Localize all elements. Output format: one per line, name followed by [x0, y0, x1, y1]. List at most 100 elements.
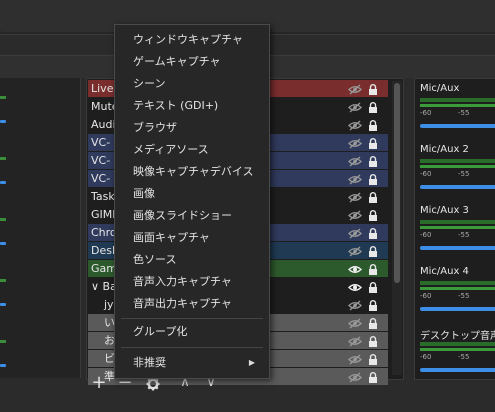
- eye-hidden-icon[interactable]: [348, 335, 362, 347]
- source-icons: [348, 242, 384, 259]
- eye-hidden-icon[interactable]: [348, 299, 362, 311]
- volume-meter: [420, 165, 495, 168]
- eye-icon[interactable]: [347, 281, 363, 292]
- volume-meter: [420, 226, 495, 229]
- menu-item[interactable]: 画面キャプチャ: [115, 227, 269, 249]
- meter-scale-label: -55: [458, 353, 470, 361]
- lock-icon[interactable]: [368, 245, 378, 257]
- volume-slider[interactable]: [0, 120, 6, 123]
- lock-icon[interactable]: [368, 209, 378, 221]
- mixer-channel-name: Mic/Aux 2: [420, 144, 469, 155]
- meter-scale-label: -55: [458, 109, 470, 117]
- menu-item[interactable]: ウィンドウキャプチャ: [115, 29, 269, 51]
- eye-hidden-icon[interactable]: [348, 245, 362, 257]
- lock-icon[interactable]: [368, 335, 378, 347]
- lock-icon[interactable]: [368, 119, 378, 131]
- add-source-button[interactable]: +: [88, 372, 110, 394]
- meter-scale-label: -60: [420, 231, 432, 239]
- menu-item[interactable]: ブラウザ: [115, 117, 269, 139]
- menu-item-label: 音声入力キャプチャ: [133, 275, 232, 288]
- volume-slider[interactable]: [420, 185, 495, 189]
- eye-hidden-icon[interactable]: [348, 119, 362, 131]
- source-name: VC-: [91, 154, 111, 167]
- meter-scale-label: -55: [458, 292, 470, 300]
- menu-item-label: ゲームキャプチャ: [133, 55, 221, 68]
- menu-item[interactable]: 映像キャプチャデバイス: [115, 161, 269, 183]
- source-name: Chro: [91, 226, 117, 239]
- lock-icon[interactable]: [368, 299, 378, 311]
- submenu-arrow-icon: ▶: [248, 358, 255, 367]
- sources-scrollbar[interactable]: [392, 81, 402, 375]
- meter-scale-label: -60: [420, 353, 432, 361]
- volume-meter: [420, 342, 495, 346]
- source-icons: [348, 296, 384, 313]
- lock-icon[interactable]: [368, 281, 378, 293]
- lock-icon[interactable]: [368, 191, 378, 203]
- sources-scroll-thumb[interactable]: [394, 83, 400, 283]
- lock-icon[interactable]: [368, 83, 378, 95]
- volume-slider[interactable]: [0, 303, 6, 306]
- eye-hidden-icon[interactable]: [348, 191, 362, 203]
- mixer-channel-name: デスクトップ音声 2: [420, 331, 495, 342]
- menu-item-label: 画像スライドショー: [133, 209, 232, 222]
- volume-slider[interactable]: [420, 124, 495, 128]
- volume-meter: [420, 220, 495, 224]
- source-name: VC-: [91, 172, 111, 185]
- menu-item-label: 色ソース: [133, 253, 177, 266]
- volume-slider[interactable]: [420, 307, 495, 311]
- lock-icon[interactable]: [368, 173, 378, 185]
- lock-icon[interactable]: [368, 263, 378, 275]
- menu-item-label: メディアソース: [133, 143, 209, 156]
- lock-icon[interactable]: [368, 317, 378, 329]
- menu-item-label: シーン: [133, 77, 166, 90]
- volume-meter: [420, 98, 495, 102]
- menu-item[interactable]: 色ソース: [115, 249, 269, 271]
- eye-hidden-icon[interactable]: [348, 173, 362, 185]
- menu-item[interactable]: 画像: [115, 183, 269, 205]
- volume-slider[interactable]: [0, 242, 6, 245]
- volume-meter: [420, 159, 495, 163]
- lock-icon[interactable]: [368, 227, 378, 239]
- volume-slider[interactable]: [420, 368, 495, 372]
- eye-hidden-icon[interactable]: [348, 137, 362, 149]
- menu-item[interactable]: 音声出力キャプチャ: [115, 293, 269, 315]
- menu-item-deprecated[interactable]: 非推奨 ▶: [115, 352, 269, 374]
- source-icons: [348, 152, 384, 169]
- add-source-context-menu: ウィンドウキャプチャゲームキャプチャ シーンテキスト (GDI+) ブラウザメディア…: [114, 24, 270, 379]
- eye-hidden-icon[interactable]: [348, 83, 362, 95]
- eye-hidden-icon[interactable]: [348, 101, 362, 113]
- volume-meter: [420, 348, 495, 351]
- eye-hidden-icon[interactable]: [348, 317, 362, 329]
- volume-slider[interactable]: [0, 364, 6, 367]
- menu-item-label: 画面キャプチャ: [133, 231, 210, 244]
- mixer-channel-name: Mic/Aux: [420, 83, 460, 94]
- meter-scale-label: -60: [420, 109, 432, 117]
- lock-icon[interactable]: [368, 353, 378, 365]
- meter-scale-label: -55: [458, 231, 470, 239]
- source-icons: [347, 260, 384, 277]
- menu-item[interactable]: メディアソース: [115, 139, 269, 161]
- volume-slider[interactable]: [0, 181, 6, 184]
- eye-hidden-icon[interactable]: [348, 155, 362, 167]
- menu-item[interactable]: 画像スライドショー: [115, 205, 269, 227]
- eye-hidden-icon[interactable]: [348, 353, 362, 365]
- source-icons: [348, 224, 384, 241]
- menu-item[interactable]: ゲームキャプチャ: [115, 51, 269, 73]
- menu-item[interactable]: 音声入力キャプチャ: [115, 271, 269, 293]
- left-mixer-fragment: [0, 78, 81, 378]
- eye-hidden-icon[interactable]: [348, 227, 362, 239]
- menu-item-label: 映像キャプチャデバイス: [133, 165, 254, 178]
- lock-icon[interactable]: [368, 137, 378, 149]
- eye-icon[interactable]: [347, 263, 363, 274]
- volume-slider[interactable]: [420, 246, 495, 250]
- meter-scale: -60-55-50: [420, 231, 495, 240]
- eye-hidden-icon[interactable]: [348, 209, 362, 221]
- menu-item[interactable]: テキスト (GDI+): [115, 95, 269, 117]
- menu-item-group[interactable]: グループ化: [115, 321, 269, 343]
- source-icons: [348, 116, 384, 133]
- lock-icon[interactable]: [368, 101, 378, 113]
- lock-icon[interactable]: [368, 155, 378, 167]
- mixer-channel-name: Mic/Aux 4: [420, 266, 469, 277]
- menu-separator: [121, 318, 263, 319]
- menu-item[interactable]: シーン: [115, 73, 269, 95]
